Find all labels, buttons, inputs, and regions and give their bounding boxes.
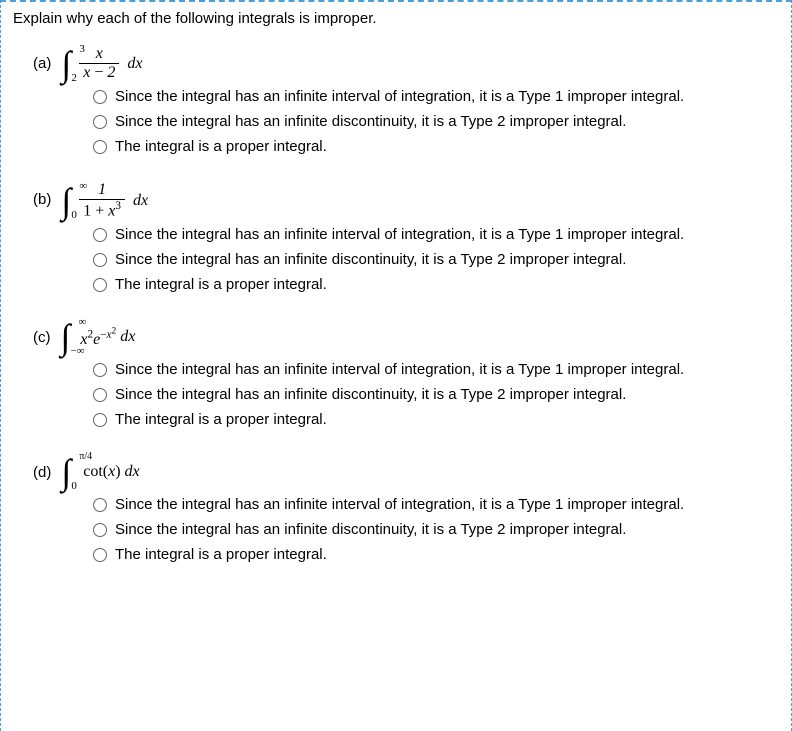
option-c3[interactable]: The integral is a proper integral. (93, 411, 779, 428)
denominator: x − 2 (79, 63, 119, 82)
integral-a: ∫ 3 2 x x − 2 dx (61, 45, 142, 82)
option-text: The integral is a proper integral. (115, 546, 327, 563)
option-b3[interactable]: The integral is a proper integral. (93, 276, 779, 293)
integral-sign-icon: ∫ 3 2 (61, 46, 71, 82)
radio-icon[interactable] (93, 523, 107, 537)
option-a2[interactable]: Since the integral has an infinite disco… (93, 113, 779, 130)
options-a: Since the integral has an infinite inter… (93, 88, 779, 155)
options-d: Since the integral has an infinite inter… (93, 496, 779, 563)
option-text: Since the integral has an infinite disco… (115, 251, 626, 268)
denominator: 1 + x3 (79, 199, 125, 220)
lower-limit: 0 (71, 481, 77, 492)
radio-icon[interactable] (93, 388, 107, 402)
option-text: The integral is a proper integral. (115, 411, 327, 428)
option-text: Since the integral has an infinite inter… (115, 88, 684, 105)
upper-limit: 3 (79, 44, 85, 55)
option-text: Since the integral has an infinite inter… (115, 226, 684, 243)
integral-c: ∫ ∞ −∞ x2e−x2 dx (61, 319, 136, 355)
differential: dx (120, 328, 135, 346)
option-d3[interactable]: The integral is a proper integral. (93, 546, 779, 563)
option-c2[interactable]: Since the integral has an infinite disco… (93, 386, 779, 403)
option-text: The integral is a proper integral. (115, 138, 327, 155)
integral-sign-icon: ∫ π/4 0 (61, 454, 71, 490)
options-b: Since the integral has an infinite inter… (93, 226, 779, 293)
numerator: x (92, 45, 107, 63)
label-d: (d) (33, 464, 51, 481)
upper-limit: π/4 (79, 452, 92, 462)
radio-icon[interactable] (93, 253, 107, 267)
label-b: (b) (33, 191, 51, 208)
option-text: Since the integral has an infinite inter… (115, 496, 684, 513)
upper-limit: ∞ (79, 181, 87, 192)
radio-icon[interactable] (93, 548, 107, 562)
integral-sign-icon: ∫ ∞ −∞ (61, 319, 71, 355)
question-a: (a) ∫ 3 2 x x − 2 dx (33, 45, 779, 82)
radio-icon[interactable] (93, 413, 107, 427)
question-prompt: Explain why each of the following integr… (13, 10, 779, 27)
label-c: (c) (33, 329, 51, 346)
lower-limit: 0 (71, 210, 77, 221)
differential: dx (125, 463, 140, 481)
question-d: (d) ∫ π/4 0 cot(x) dx (33, 454, 779, 490)
option-text: Since the integral has an infinite inter… (115, 361, 684, 378)
radio-icon[interactable] (93, 140, 107, 154)
radio-icon[interactable] (93, 90, 107, 104)
option-a1[interactable]: Since the integral has an infinite inter… (93, 88, 779, 105)
label-a: (a) (33, 55, 51, 72)
option-d1[interactable]: Since the integral has an infinite inter… (93, 496, 779, 513)
option-b1[interactable]: Since the integral has an infinite inter… (93, 226, 779, 243)
lower-limit: 2 (71, 73, 77, 84)
option-c1[interactable]: Since the integral has an infinite inter… (93, 361, 779, 378)
lower-limit: −∞ (71, 346, 85, 357)
fraction: x x − 2 (79, 45, 119, 82)
radio-icon[interactable] (93, 363, 107, 377)
radio-icon[interactable] (93, 498, 107, 512)
option-text: Since the integral has an infinite disco… (115, 113, 626, 130)
radio-icon[interactable] (93, 278, 107, 292)
integrand: cot(x) (83, 463, 120, 481)
radio-icon[interactable] (93, 228, 107, 242)
integral-b: ∫ ∞ 0 1 1 + x3 dx (61, 181, 148, 220)
upper-limit: ∞ (79, 317, 87, 328)
option-text: Since the integral has an infinite disco… (115, 521, 626, 538)
differential: dx (127, 55, 142, 73)
option-d2[interactable]: Since the integral has an infinite disco… (93, 521, 779, 538)
numerator: 1 (94, 181, 110, 199)
option-b2[interactable]: Since the integral has an infinite disco… (93, 251, 779, 268)
question-c: (c) ∫ ∞ −∞ x2e−x2 dx (33, 319, 779, 355)
option-a3[interactable]: The integral is a proper integral. (93, 138, 779, 155)
integral-sign-icon: ∫ ∞ 0 (61, 183, 71, 219)
option-text: Since the integral has an infinite disco… (115, 386, 626, 403)
integrand: x2e−x2 (80, 326, 116, 349)
question-b: (b) ∫ ∞ 0 1 1 + x3 dx (33, 181, 779, 220)
radio-icon[interactable] (93, 115, 107, 129)
differential: dx (133, 192, 148, 210)
option-text: The integral is a proper integral. (115, 276, 327, 293)
options-c: Since the integral has an infinite inter… (93, 361, 779, 428)
integral-d: ∫ π/4 0 cot(x) dx (61, 454, 139, 490)
